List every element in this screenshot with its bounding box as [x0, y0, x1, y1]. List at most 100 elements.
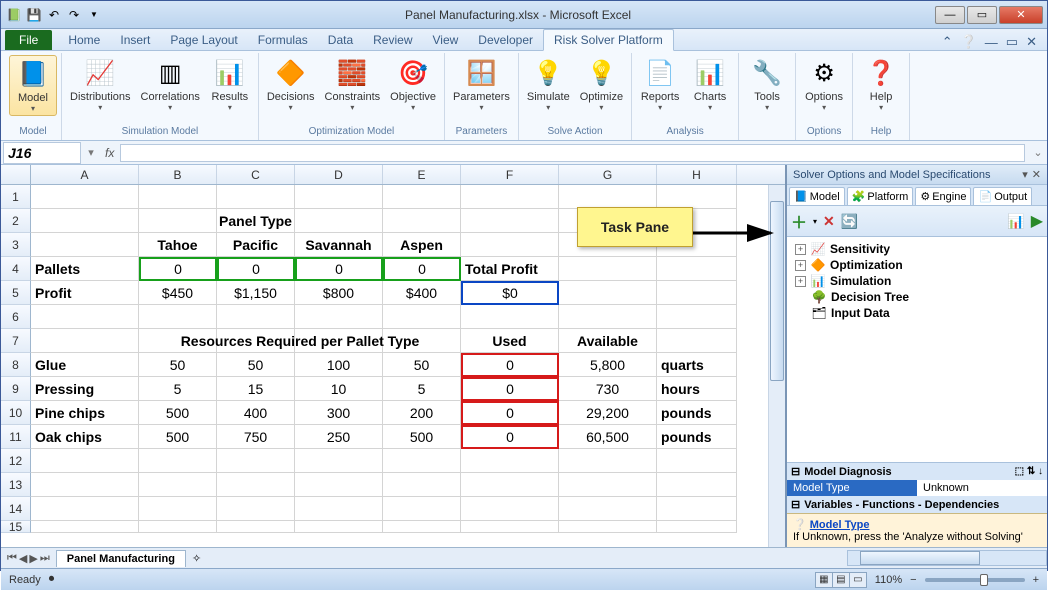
variables-header[interactable]: ⊟Variables - Functions - Dependencies: [787, 496, 1047, 513]
zoom-in-icon[interactable]: +: [1033, 574, 1039, 586]
export-icon[interactable]: 📊: [1007, 213, 1024, 230]
row-1-header[interactable]: 1: [1, 185, 31, 209]
doc-close-icon[interactable]: ✕: [1026, 34, 1037, 50]
row-14-header[interactable]: 14: [1, 497, 31, 521]
new-sheet-icon[interactable]: ✧: [192, 552, 201, 565]
task-pane-dropdown-icon[interactable]: ▾: [1022, 168, 1028, 181]
worksheet[interactable]: A B C D E F G H 1 2Panel Type 3TahoePaci…: [1, 165, 785, 547]
col-C[interactable]: C: [217, 165, 295, 184]
ribbon-min-icon[interactable]: ⌃: [942, 34, 953, 50]
row-9-header[interactable]: 9: [1, 377, 31, 401]
tp-tab-platform[interactable]: 🧩Platform: [847, 187, 914, 205]
tab-developer[interactable]: Developer: [468, 30, 543, 50]
undo-icon[interactable]: ↶: [45, 6, 63, 24]
namebox-dropdown-icon[interactable]: ▾: [83, 146, 99, 159]
minimize-button[interactable]: —: [935, 6, 965, 24]
model-diagnosis-header[interactable]: ⊟Model Diagnosis⬚ ⇅ ↓: [787, 463, 1047, 480]
cell-C5[interactable]: $1,150: [217, 281, 295, 305]
delete-icon[interactable]: ✕: [823, 213, 835, 230]
horizontal-scrollbar[interactable]: [847, 550, 1047, 566]
tab-view[interactable]: View: [423, 30, 469, 50]
ribbon-tools-button[interactable]: 🔧Tools▾: [743, 55, 791, 114]
fx-label[interactable]: fx: [99, 146, 120, 160]
col-H[interactable]: H: [657, 165, 737, 184]
expand-icon[interactable]: +: [795, 276, 806, 287]
cell-D5[interactable]: $800: [295, 281, 383, 305]
cell-F8[interactable]: 0: [461, 353, 559, 377]
tab-formulas[interactable]: Formulas: [248, 30, 318, 50]
col-E[interactable]: E: [383, 165, 461, 184]
redo-icon[interactable]: ↷: [65, 6, 83, 24]
save-icon[interactable]: 💾: [25, 6, 43, 24]
cell-E4[interactable]: 0: [383, 257, 461, 281]
ribbon-charts-button[interactable]: 📊Charts▾: [686, 55, 734, 114]
macro-record-icon[interactable]: ⏺: [49, 573, 55, 586]
close-button[interactable]: ✕: [999, 6, 1043, 24]
row-15-header[interactable]: 15: [1, 521, 31, 533]
maximize-button[interactable]: ▭: [967, 6, 997, 24]
row-2-header[interactable]: 2: [1, 209, 31, 233]
tp-tab-engine[interactable]: ⚙Engine: [915, 187, 971, 205]
tab-home[interactable]: Home: [58, 30, 110, 50]
ribbon-correlations-button[interactable]: ▥Correlations▾: [137, 55, 204, 114]
tab-insert[interactable]: Insert: [110, 30, 160, 50]
tab-data[interactable]: Data: [318, 30, 363, 50]
cell-B4[interactable]: 0: [139, 257, 217, 281]
row-6-header[interactable]: 6: [1, 305, 31, 329]
expand-icon[interactable]: +: [795, 260, 806, 271]
task-pane-close-icon[interactable]: ✕: [1032, 168, 1041, 181]
cell-D4[interactable]: 0: [295, 257, 383, 281]
doc-min-icon[interactable]: —: [985, 35, 998, 50]
cell-B5[interactable]: $450: [139, 281, 217, 305]
col-B[interactable]: B: [139, 165, 217, 184]
row-11-header[interactable]: 11: [1, 425, 31, 449]
col-D[interactable]: D: [295, 165, 383, 184]
row-7-header[interactable]: 7: [1, 329, 31, 353]
row-13-header[interactable]: 13: [1, 473, 31, 497]
doc-restore-icon[interactable]: ▭: [1006, 34, 1018, 50]
ribbon-parameters-button[interactable]: 🪟Parameters▾: [449, 55, 514, 114]
ribbon-results-button[interactable]: 📊Results▾: [206, 55, 254, 114]
zoom-level[interactable]: 110%: [875, 574, 902, 586]
row-8-header[interactable]: 8: [1, 353, 31, 377]
cell-E5[interactable]: $400: [383, 281, 461, 305]
tree-simulation[interactable]: +📊Simulation: [791, 273, 1043, 289]
tab-page-layout[interactable]: Page Layout: [160, 30, 247, 50]
col-G[interactable]: G: [559, 165, 657, 184]
ribbon-distributions-button[interactable]: 📈Distributions▾: [66, 55, 135, 114]
run-icon[interactable]: ▶: [1031, 211, 1043, 231]
help-icon[interactable]: ❔: [961, 34, 977, 50]
name-box[interactable]: J16: [3, 142, 81, 164]
tp-tab-output[interactable]: 📄Output: [973, 187, 1032, 205]
ribbon-reports-button[interactable]: 📄Reports▾: [636, 55, 684, 114]
tab-risk-solver[interactable]: Risk Solver Platform: [543, 29, 674, 51]
zoom-slider[interactable]: [925, 578, 1025, 582]
cell-F10[interactable]: 0: [461, 401, 559, 425]
tree-decision-tree[interactable]: 🌳Decision Tree: [791, 289, 1043, 305]
ribbon-model-button[interactable]: 📘Model▾: [9, 55, 57, 116]
cell-F5[interactable]: $0: [461, 281, 559, 305]
row-5-header[interactable]: 5: [1, 281, 31, 305]
row-3-header[interactable]: 3: [1, 233, 31, 257]
col-A[interactable]: A: [31, 165, 139, 184]
formula-expand-icon[interactable]: ⌄: [1029, 146, 1047, 159]
tp-tab-model[interactable]: 📘Model: [789, 187, 845, 205]
ribbon-decisions-button[interactable]: 🔶Decisions▾: [263, 55, 319, 114]
col-F[interactable]: F: [461, 165, 559, 184]
qat-dropdown-icon[interactable]: ▼: [85, 6, 103, 24]
ribbon-help-button[interactable]: ❓Help▾: [857, 55, 905, 114]
refresh-icon[interactable]: 🔄: [841, 213, 858, 230]
ribbon-objective-button[interactable]: 🎯Objective▾: [386, 55, 440, 114]
row-12-header[interactable]: 12: [1, 449, 31, 473]
tree-optimization[interactable]: +🔶Optimization: [791, 257, 1043, 273]
ribbon-options-button[interactable]: ⚙Options▾: [800, 55, 848, 114]
tree-input-data[interactable]: 🗂Input Data: [791, 305, 1043, 321]
ribbon-constraints-button[interactable]: 🧱Constraints▾: [321, 55, 385, 114]
zoom-out-icon[interactable]: −: [910, 574, 916, 586]
cell-C4[interactable]: 0: [217, 257, 295, 281]
cell-F11[interactable]: 0: [461, 425, 559, 449]
ribbon-simulate-button[interactable]: 💡Simulate▾: [523, 55, 574, 114]
help-link[interactable]: Model Type: [810, 519, 870, 531]
select-all-corner[interactable]: [1, 165, 31, 184]
sheet-tab[interactable]: Panel Manufacturing: [56, 550, 186, 567]
